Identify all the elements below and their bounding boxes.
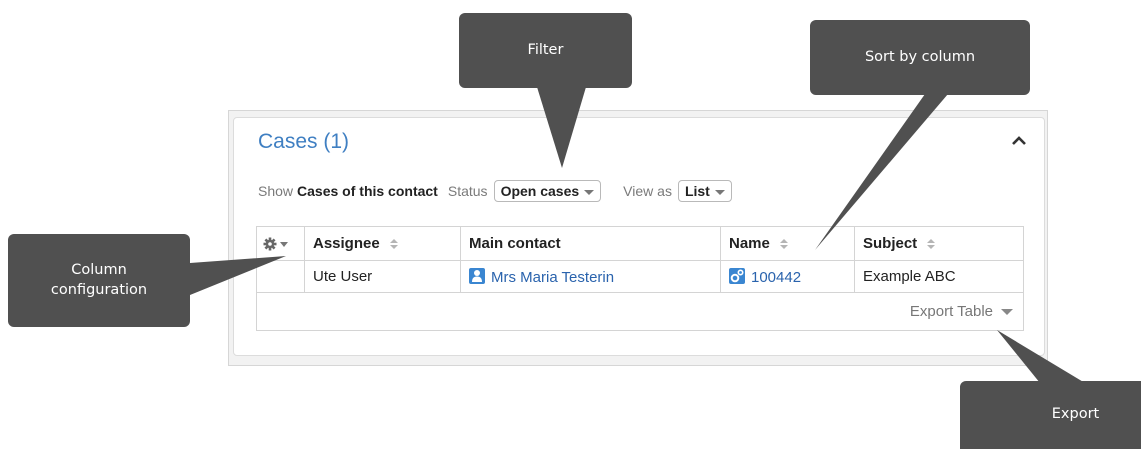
column-header-label: Main contact <box>469 235 561 252</box>
case-name-link[interactable]: 100442 <box>751 269 801 286</box>
export-callout: Export <box>960 381 1141 449</box>
sort-icon <box>780 239 789 250</box>
status-select-value: Open cases <box>500 183 580 199</box>
filter-callout: Filter <box>459 13 632 88</box>
status-select[interactable]: Open cases <box>493 180 602 202</box>
view-as-label: View as <box>623 183 672 199</box>
table-row[interactable]: Ute User Mrs Maria Testerin 100442 Examp… <box>256 260 1024 293</box>
case-icon <box>729 267 745 284</box>
column-config-button[interactable] <box>256 226 305 261</box>
gear-icon <box>263 237 288 251</box>
column-header-main-contact[interactable]: Main contact <box>460 226 721 261</box>
column-header-label: Name <box>729 235 770 252</box>
row-gear-cell <box>256 260 305 293</box>
caret-down-icon <box>714 189 725 195</box>
show-label: Show <box>258 183 294 199</box>
sort-icon <box>389 239 398 250</box>
column-config-callout: Column configuration <box>8 234 190 327</box>
status-label: Status <box>447 183 488 199</box>
cell-main-contact: Mrs Maria Testerin <box>460 260 721 293</box>
sort-callout-text: Sort by column <box>864 48 976 65</box>
cases-table: Assignee Main contact Name Subject Ute U… <box>256 226 1024 331</box>
caret-down-icon <box>1001 309 1013 316</box>
contact-person-icon <box>469 267 485 284</box>
export-row: Export Table <box>256 292 1024 331</box>
chevron-up-icon[interactable] <box>1011 134 1027 146</box>
sort-callout: Sort by column <box>810 20 1030 95</box>
panel-title: Cases (1) <box>258 130 350 153</box>
column-config-callout-line2: configuration <box>50 281 148 298</box>
caret-down-icon <box>584 189 595 195</box>
cell-subject: Example ABC <box>854 260 1024 293</box>
cell-name: 100442 <box>720 260 855 293</box>
show-value[interactable]: Cases of this contact <box>297 183 438 199</box>
filter-row: Show Cases of this contact Status Open c… <box>258 178 732 204</box>
sort-icon <box>927 239 936 250</box>
column-header-label: Subject <box>863 235 918 252</box>
export-table-button[interactable]: Export Table <box>910 303 1013 320</box>
column-header-assignee[interactable]: Assignee <box>304 226 461 261</box>
table-header-row: Assignee Main contact Name Subject <box>256 226 1024 261</box>
view-as-select-value: List <box>684 183 710 199</box>
export-callout-text: Export <box>1051 406 1100 423</box>
column-header-subject[interactable]: Subject <box>854 226 1024 261</box>
view-as-select[interactable]: List <box>677 180 732 202</box>
export-cell: Export Table <box>256 292 1024 331</box>
column-header-name[interactable]: Name <box>720 226 855 261</box>
main-contact-link[interactable]: Mrs Maria Testerin <box>491 269 614 286</box>
column-header-label: Assignee <box>313 235 380 252</box>
filter-callout-text: Filter <box>527 41 564 58</box>
export-table-label: Export Table <box>909 303 993 320</box>
cell-assignee: Ute User <box>304 260 461 293</box>
column-config-callout-line1: Column <box>71 261 127 278</box>
